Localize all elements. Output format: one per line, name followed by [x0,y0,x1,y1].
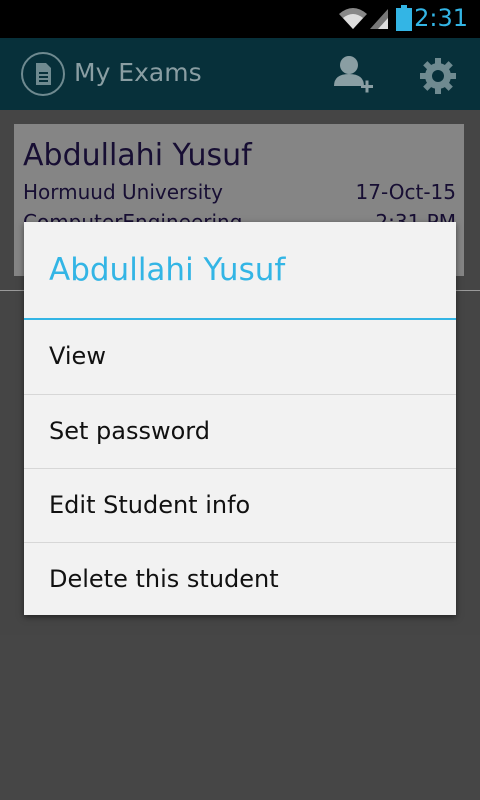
delete-student-option-label: Delete this student [49,565,279,593]
action-bar: My Exams [0,38,480,110]
wifi-icon [339,8,367,29]
gear-icon[interactable] [418,56,458,96]
add-user-icon[interactable] [330,52,376,98]
view-option-label: View [49,342,106,370]
set-password-option-label: Set password [49,417,210,445]
document-icon[interactable] [20,51,66,97]
signal-icon [370,9,388,29]
battery-icon [396,5,412,31]
status-time: 2:31 [414,4,468,32]
set-password-option[interactable]: Set password [24,395,456,469]
edit-student-info-option-label: Edit Student info [49,491,251,519]
edit-student-info-option[interactable]: Edit Student info [24,469,456,543]
delete-student-option[interactable]: Delete this student [24,543,456,617]
app-title: My Exams [74,58,202,87]
context-dialog: Abdullahi Yusuf View Set password Edit S… [24,222,456,615]
dialog-title: Abdullahi Yusuf [49,252,286,288]
status-bar: 2:31 [0,0,480,38]
view-option[interactable]: View [24,320,456,394]
